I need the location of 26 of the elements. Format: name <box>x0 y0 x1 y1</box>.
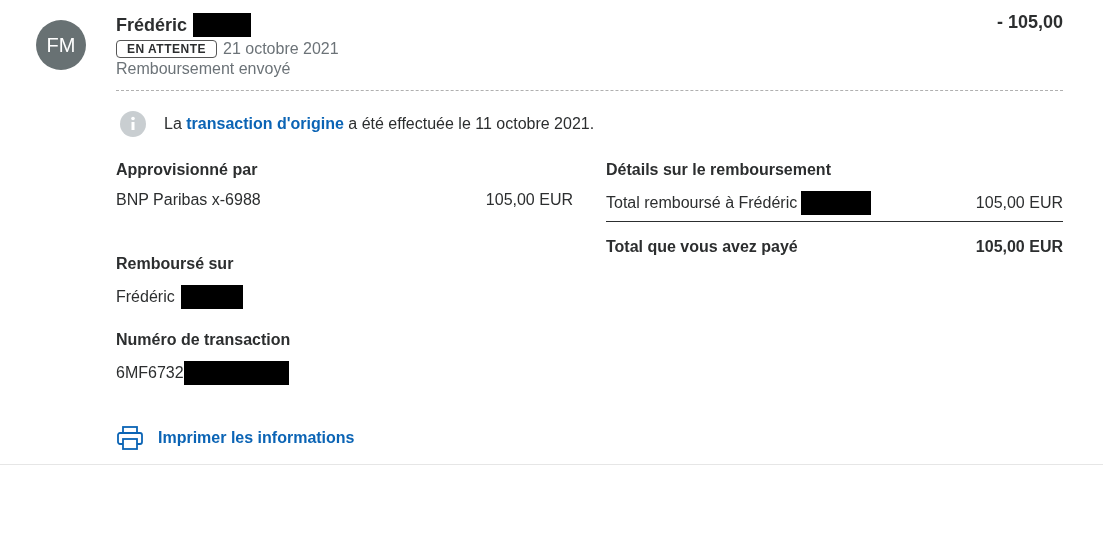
funding-source: BNP Paribas x-6988 <box>116 191 261 209</box>
section-title: Remboursé sur <box>116 255 235 273</box>
total-value: 105,00 EUR <box>975 238 1063 256</box>
print-link[interactable]: Imprimer les informations <box>158 429 355 447</box>
origin-transaction-link[interactable]: transaction d'origine <box>186 115 344 132</box>
funding-amount: 105,00 EUR <box>485 191 573 209</box>
transaction-description: Remboursement envoyé <box>116 60 291 78</box>
printer-icon[interactable] <box>116 425 144 451</box>
section-title: Détails sur le remboursement <box>606 161 832 179</box>
status-badge: EN ATTENTE <box>116 40 217 58</box>
redaction-bar <box>801 191 872 215</box>
transaction-amount: - 105,00 <box>996 12 1063 34</box>
recipient-name: Frédéric <box>116 288 175 306</box>
section-title: Approvisionné par <box>116 161 259 179</box>
contact-name: Frédéric <box>116 14 188 36</box>
refund-label: Total remboursé à Frédéric <box>606 194 798 212</box>
transaction-number: 6MF6732 <box>116 364 184 382</box>
section-title: Numéro de transaction <box>116 331 292 349</box>
redaction-bar <box>180 285 243 309</box>
total-label: Total que vous avez payé <box>606 238 798 256</box>
info-icon <box>120 111 146 137</box>
avatar: FM <box>36 20 86 70</box>
redaction-bar <box>193 13 252 37</box>
refund-value: 105,00 EUR <box>975 194 1063 212</box>
notice-text: La transaction d'origine a été effectuée le 11 octobre 2021. <box>164 115 595 133</box>
transaction-date: 21 octobre 2021 <box>223 40 339 58</box>
